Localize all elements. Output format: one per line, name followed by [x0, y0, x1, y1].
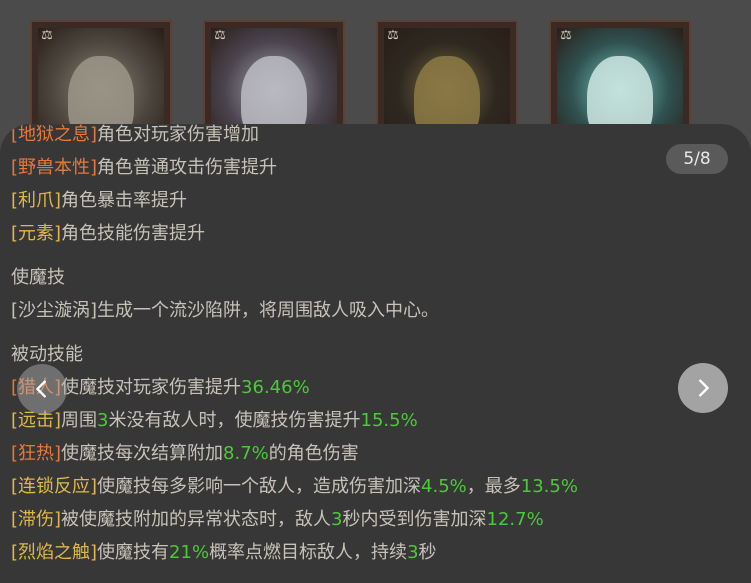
- familiar-card-4[interactable]: ⚖: [549, 20, 691, 140]
- familiar-card-2[interactable]: ⚖: [203, 20, 345, 140]
- balance-scale-icon: ⚖: [214, 28, 226, 43]
- detail-panel: 5/8 [地狱之息]角色对玩家伤害增加 [野兽本性]角色普通攻击伤害提升 [利爪…: [0, 124, 751, 583]
- passive-frenzy: [狂热]使魔技每次结算附加8.7%的角色伤害: [11, 443, 359, 464]
- card-strip: ⚖ ⚖ ⚖ ⚖: [0, 0, 751, 140]
- passive-skills-title: 被动技能: [11, 344, 83, 365]
- passive-flame-touch: [烈焰之触]使魔技有21%概率点燃目标敌人，持续3秒: [11, 542, 437, 563]
- buff-line-claw: [利爪]角色暴击率提升: [11, 190, 188, 211]
- next-page-button[interactable]: [678, 363, 728, 413]
- balance-scale-icon: ⚖: [560, 28, 572, 43]
- passive-long-shot: [远击]周围3米没有敌人时，使魔技伤害提升15.5%: [11, 410, 418, 431]
- chevron-left-icon: [36, 380, 46, 398]
- buff-line-hell-breath: [地狱之息]角色对玩家伤害增加: [11, 124, 260, 145]
- balance-scale-icon: ⚖: [387, 28, 399, 43]
- passive-hunter: [猎人]使魔技对玩家伤害提升36.46%: [11, 377, 310, 398]
- chevron-right-icon: [699, 379, 709, 397]
- summon-skill-title: 使魔技: [11, 267, 65, 288]
- passive-lingering-wound: [滞伤]被使魔技附加的异常状态时，敌人3秒内受到伤害加深12.7%: [11, 509, 544, 530]
- buff-line-beast-nature: [野兽本性]角色普通攻击伤害提升: [11, 157, 278, 178]
- familiar-card-1[interactable]: ⚖: [30, 20, 172, 140]
- passive-chain-reaction: [连锁反应]使魔技每多影响一个敌人，造成伤害加深4.5%，最多13.5%: [11, 476, 578, 497]
- summon-skill-desc: [沙尘漩涡]生成一个流沙陷阱，将周围敌人吸入中心。: [11, 300, 440, 321]
- balance-scale-icon: ⚖: [41, 28, 53, 43]
- buff-line-element: [元素]角色技能伤害提升: [11, 223, 206, 244]
- panel-content: [地狱之息]角色对玩家伤害增加 [野兽本性]角色普通攻击伤害提升 [利爪]角色暴…: [11, 124, 691, 569]
- previous-page-button[interactable]: [17, 364, 67, 414]
- familiar-card-3[interactable]: ⚖: [376, 20, 518, 140]
